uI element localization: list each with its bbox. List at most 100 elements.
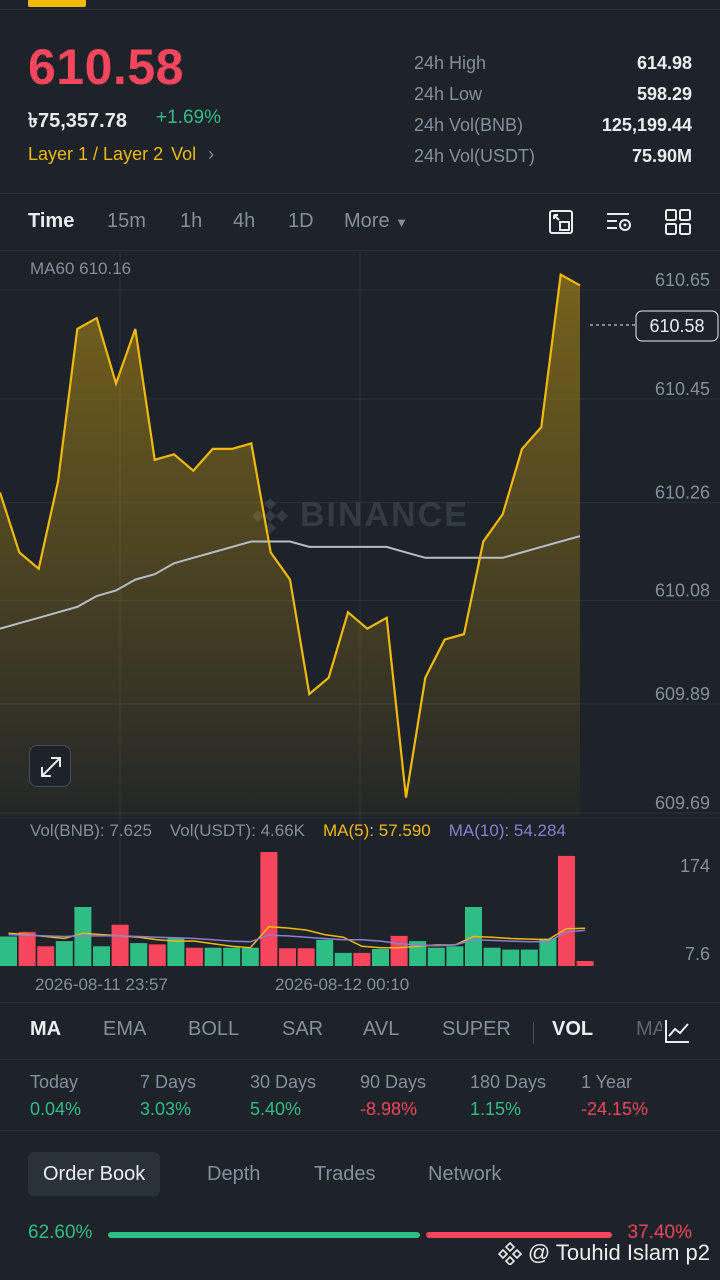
order-book-tabs: Order Book Depth Trades Network [0, 1150, 720, 1200]
tab-depth[interactable]: Depth [207, 1152, 260, 1196]
volume-bar [18, 931, 36, 966]
y-tick-label: 610.08 [655, 581, 710, 601]
perf-1y: 1 Year -24.15% [581, 1072, 648, 1120]
indicator-separator [533, 1022, 534, 1044]
tag-vol[interactable]: Vol [171, 144, 196, 165]
expand-chart-button[interactable] [29, 745, 71, 787]
timeframe-1d[interactable]: 1D [288, 210, 314, 233]
fiat-price: ৳75,357.78 [28, 110, 127, 132]
y-tick-label: 610.26 [655, 482, 710, 502]
stat-value: 598.29 [636, 84, 692, 104]
chart-settings-icon[interactable] [547, 208, 575, 236]
volume-bar [390, 935, 408, 966]
volume-y-tick-label: 174 [680, 856, 710, 876]
binance-logo-icon [497, 1241, 522, 1265]
timeframe-4h[interactable]: 4h [233, 210, 255, 233]
x-axis-date-label: 2026-08-11 23:57 [35, 975, 168, 994]
current-price-tag-text: 610.58 [649, 316, 704, 336]
volume-bar [167, 937, 185, 966]
svg-text:BINANCE: BINANCE [300, 496, 469, 534]
tab-order-book[interactable]: Order Book [28, 1152, 161, 1196]
perf-label: 90 Days [360, 1072, 427, 1092]
volume-bar [55, 941, 73, 966]
indicator-vol[interactable]: VOL [552, 1018, 593, 1041]
perf-value: -24.15% [581, 1099, 649, 1119]
watermark-text: @ Touhid Islam p2 [527, 1240, 710, 1265]
category-tags[interactable]: Layer 1 / Layer 2 Vol › [28, 144, 214, 165]
stat-row: 24h Vol(USDT) 75.90M [414, 141, 692, 172]
buy-ratio: 62.60% [28, 1222, 93, 1243]
volume-bar [483, 947, 501, 966]
volume-bar [316, 939, 334, 966]
y-tick-label: 609.69 [655, 793, 710, 813]
indicator-settings-icon[interactable] [605, 208, 633, 236]
indicator-sar[interactable]: SAR [282, 1018, 323, 1041]
volume-bar [372, 949, 389, 966]
tab-network[interactable]: Network [428, 1152, 501, 1196]
volume-bar [260, 852, 278, 966]
y-tick-label: 610.45 [655, 379, 710, 399]
indicator-boll[interactable]: BOLL [188, 1018, 239, 1041]
tag-layer[interactable]: Layer 1 / Layer 2 [28, 144, 163, 165]
active-tab-indicator [28, 0, 86, 7]
volume-bar [558, 855, 575, 966]
perf-value: 5.40% [250, 1099, 302, 1119]
vol-bnb-label: Vol(BNB): 7.625 [30, 821, 152, 840]
volume-bar [93, 946, 110, 966]
indicator-ema[interactable]: EMA [103, 1018, 146, 1041]
binance-watermark: BINANCE [252, 496, 469, 534]
buy-ratio-bar [108, 1232, 420, 1238]
stat-row: 24h Vol(BNB) 125,199.44 [414, 110, 692, 141]
more-label: More [344, 210, 390, 232]
divider [0, 1002, 720, 1003]
indicator-ma[interactable]: MA [30, 1018, 61, 1041]
volume-bar [186, 947, 203, 966]
ma60-label: MA60 610.16 [30, 259, 132, 278]
expand-icon [41, 757, 61, 777]
perf-value: 1.15% [470, 1099, 522, 1119]
perf-value: 0.04% [30, 1099, 82, 1119]
perf-7d: 7 Days 3.03% [140, 1072, 196, 1120]
perf-value: -8.98% [360, 1099, 418, 1119]
user-watermark: @ Touhid Islam p2 [497, 1240, 710, 1266]
stat-value: 125,199.44 [601, 115, 692, 135]
volume-bar [37, 946, 55, 966]
price-change-percent: +1.69% [156, 107, 221, 128]
ma5-label: MA(5): 57.590 [323, 821, 431, 840]
stat-row: 24h High 614.98 [414, 48, 692, 79]
indicator-chart-icon[interactable] [662, 1016, 692, 1046]
timeframe-time[interactable]: Time [28, 210, 74, 233]
volume-bar [130, 943, 148, 966]
indicator-avl[interactable]: AVL [363, 1018, 399, 1041]
timeframe-1h[interactable]: 1h [180, 210, 202, 233]
chevron-right-icon[interactable]: › [208, 144, 214, 165]
ma10-label: MA(10): 54.284 [448, 821, 566, 840]
perf-today: Today 0.04% [30, 1072, 81, 1120]
performance-row: Today 0.04% 7 Days 3.03% 30 Days 5.40% 9… [0, 1060, 720, 1130]
volume-bar [576, 961, 594, 966]
price-chart[interactable]: BINANCE 610.65 610.45 610.26 610.08 609.89 60… [0, 250, 720, 970]
y-tick-label: 609.89 [655, 684, 710, 704]
timeframe-more[interactable]: More ▼ [344, 210, 408, 233]
indicator-super[interactable]: SUPER [442, 1018, 511, 1041]
stat-label: 24h Vol(BNB) [414, 115, 524, 135]
tab-trades[interactable]: Trades [314, 1152, 376, 1196]
caret-down-icon: ▼ [395, 215, 409, 230]
timeframe-15m[interactable]: 15m [107, 210, 146, 233]
stat-label: 24h Low [414, 84, 483, 104]
indicator-bar: MA EMA BOLL SAR AVL SUPER VOL MA [0, 1004, 720, 1060]
volume-bar [279, 948, 296, 966]
perf-30d: 30 Days 5.40% [250, 1072, 316, 1120]
volume-bar [334, 952, 352, 966]
perf-label: 180 Days [470, 1072, 547, 1092]
volume-bar [148, 944, 166, 966]
stat-label: 24h Vol(USDT) [414, 146, 536, 166]
grid-layout-icon[interactable] [664, 208, 692, 236]
perf-180d: 180 Days 1.15% [470, 1072, 546, 1120]
volume-bar [223, 947, 241, 966]
stat-row: 24h Low 598.29 [414, 79, 692, 110]
stat-value: 75.90M [631, 146, 692, 166]
perf-label: Today [30, 1072, 79, 1092]
vol-usdt-label: Vol(USDT): 4.66K [169, 821, 306, 840]
volume-bar [204, 947, 222, 966]
